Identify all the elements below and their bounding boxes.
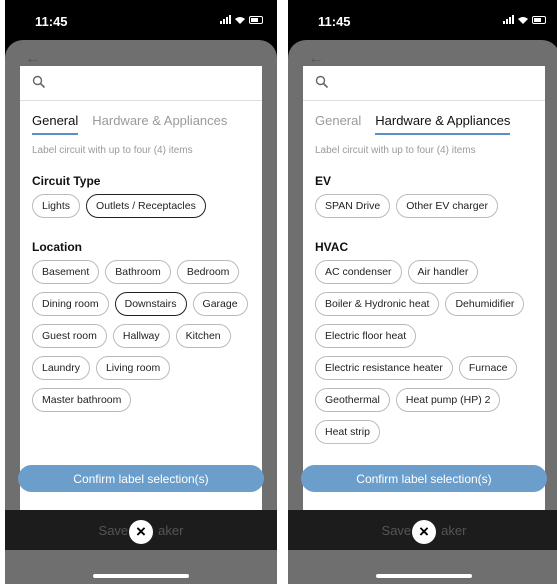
label-chip[interactable]: Furnace	[458, 356, 518, 380]
location-chips: Basement Bathroom Bedroom Dining room Downst…	[20, 260, 262, 412]
confirm-button[interactable]: Confirm label selection(s)	[301, 465, 547, 492]
home-indicator	[376, 574, 472, 578]
close-icon[interactable]: ×	[129, 520, 153, 544]
section-title-hvac: HVAC	[315, 240, 349, 254]
label-chip[interactable]: Downstairs	[114, 292, 187, 316]
search-bar[interactable]	[303, 66, 545, 101]
section-title-circuit-type: Circuit Type	[32, 174, 101, 188]
label-chip[interactable]: Basement	[32, 260, 100, 284]
tab-bar: General Hardware & Appliances	[303, 101, 545, 135]
hint-text: Label circuit with up to four (4) items	[32, 145, 193, 156]
label-selection-sheet: General Hardware & Appliances Label circ…	[20, 66, 262, 510]
section-title-location: Location	[32, 240, 82, 254]
status-time: 11:45	[35, 14, 68, 29]
tab-hardware-appliances[interactable]: Hardware & Appliances	[92, 113, 227, 135]
bottom-bar: Save aker ×	[288, 510, 557, 550]
wifi-icon	[518, 17, 528, 24]
label-chip[interactable]: Guest room	[32, 324, 107, 348]
wifi-icon	[235, 17, 245, 24]
label-chip[interactable]: SPAN Drive	[315, 194, 391, 218]
tab-general[interactable]: General	[315, 113, 361, 135]
close-icon[interactable]: ×	[412, 520, 436, 544]
label-chip[interactable]: Living room	[95, 356, 171, 380]
label-chip[interactable]: Other EV charger	[396, 194, 498, 218]
hint-text: Label circuit with up to four (4) items	[315, 145, 476, 156]
battery-icon	[249, 16, 263, 24]
label-chip[interactable]: Geothermal	[315, 388, 390, 412]
confirm-button[interactable]: Confirm label selection(s)	[18, 465, 264, 492]
save-label-right: aker	[158, 523, 184, 538]
status-icons	[220, 15, 263, 24]
search-bar[interactable]	[20, 66, 262, 101]
label-chip[interactable]: Electric floor heat	[315, 324, 417, 348]
label-chip[interactable]: Electric resistance heater	[315, 356, 453, 380]
signal-icon	[503, 15, 514, 24]
label-chip[interactable]: Boiler & Hydronic heat	[315, 292, 440, 316]
label-chip[interactable]: Bedroom	[176, 260, 240, 284]
search-icon	[315, 75, 329, 89]
label-chip[interactable]: Laundry	[32, 356, 90, 380]
phone-screen-general: 11:45 ← General Hardware & Appliances La…	[5, 0, 277, 584]
label-selection-sheet: General Hardware & Appliances Label circ…	[303, 66, 545, 510]
label-chip[interactable]: Dining room	[32, 292, 109, 316]
label-chip[interactable]: AC condenser	[315, 260, 402, 284]
home-indicator	[93, 574, 189, 578]
battery-icon	[532, 16, 546, 24]
phone-screen-hardware: 11:45 ← General Hardware & Appliances La…	[288, 0, 557, 584]
signal-icon	[220, 15, 231, 24]
hvac-chips: AC condenser Air handler Boiler & Hydronic…	[303, 260, 545, 444]
circuit-type-chips: Lights Outlets / Receptacles	[20, 194, 262, 218]
label-chip[interactable]: Air handler	[407, 260, 479, 284]
status-icons	[503, 15, 546, 24]
save-label-right: aker	[441, 523, 467, 538]
label-chip[interactable]: Outlets / Receptacles	[86, 194, 206, 218]
section-title-ev: EV	[315, 174, 332, 188]
status-bar: 11:45	[5, 0, 277, 40]
label-chip[interactable]: Heat pump (HP) 2	[395, 388, 501, 412]
tab-general[interactable]: General	[32, 113, 79, 135]
label-chip[interactable]: Lights	[32, 194, 81, 218]
save-label-left: Save	[98, 523, 129, 538]
label-chip[interactable]: Dehumidifier	[445, 292, 525, 316]
status-time: 11:45	[318, 14, 351, 29]
label-chip[interactable]: Bathroom	[105, 260, 171, 284]
search-icon	[32, 75, 46, 89]
status-bar: 11:45	[288, 0, 557, 40]
label-chip[interactable]: Hallway	[112, 324, 170, 348]
bottom-bar: Save aker ×	[5, 510, 277, 550]
label-chip[interactable]: Master bathroom	[32, 388, 132, 412]
tab-bar: General Hardware & Appliances	[20, 101, 262, 135]
label-chip[interactable]: Kitchen	[175, 324, 231, 348]
label-chip[interactable]: Garage	[192, 292, 248, 316]
tab-hardware-appliances[interactable]: Hardware & Appliances	[375, 113, 511, 135]
save-label-left: Save	[381, 523, 412, 538]
ev-chips: SPAN Drive Other EV charger	[303, 194, 545, 218]
